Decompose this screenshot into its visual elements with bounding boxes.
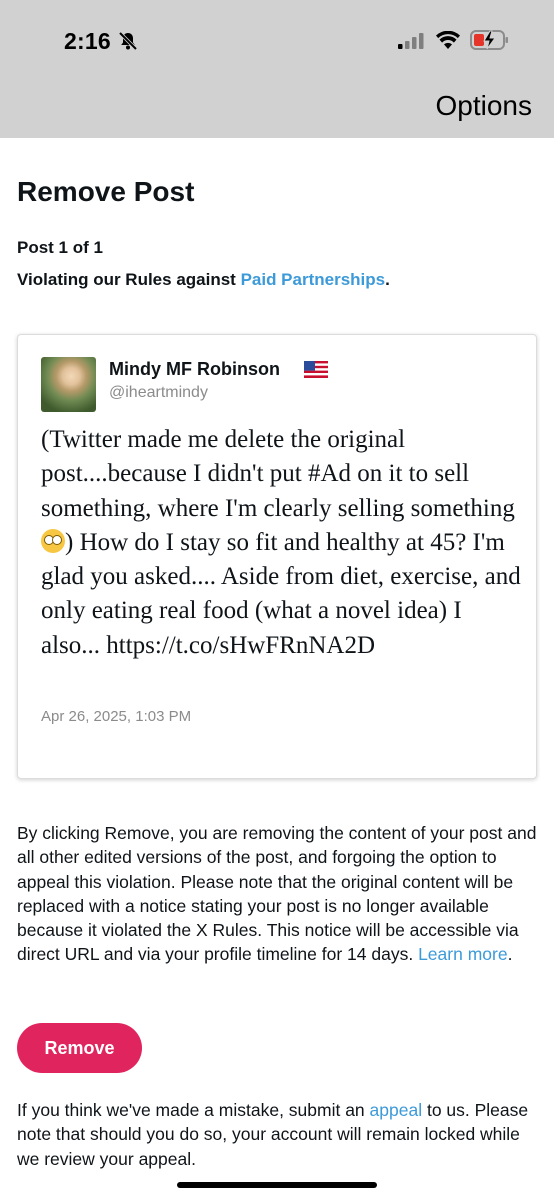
- flag-us-icon: [304, 361, 328, 378]
- tweet-text-part1: (Twitter made me delete the original pos…: [41, 426, 515, 522]
- signal-icon: [398, 33, 424, 49]
- tweet-text: (Twitter made me delete the original pos…: [41, 423, 526, 663]
- learn-more-link[interactable]: Learn more: [418, 944, 508, 964]
- violation-suffix: .: [385, 270, 390, 289]
- tweet-date: Apr 26, 2025, 1:03 PM: [41, 708, 192, 725]
- status-bar: 2:16: [0, 0, 554, 70]
- paid-partnerships-link[interactable]: Paid Partnerships: [241, 270, 386, 289]
- tweet-text-part2: ) How do I stay so fit and healthy at 45…: [41, 528, 521, 659]
- remove-button[interactable]: Remove: [17, 1023, 142, 1073]
- bell-slash-icon: [118, 31, 138, 51]
- violation-prefix: Violating our Rules against: [17, 270, 241, 289]
- author-handle: @iheartmindy: [109, 384, 208, 401]
- tweet-card: Mindy MF Robinson @iheartmindy (Twitter …: [17, 334, 537, 779]
- battery-charging-icon: [470, 30, 508, 50]
- wifi-icon: [436, 31, 460, 49]
- appeal-prefix: If you think we've made a mistake, submi…: [17, 1100, 370, 1120]
- options-button[interactable]: Options: [436, 90, 533, 122]
- home-indicator[interactable]: [177, 1182, 377, 1188]
- eye-roll-emoji: [41, 528, 65, 553]
- removal-disclaimer: By clicking Remove, you are removing the…: [17, 821, 537, 967]
- nav-bar: Options: [0, 70, 554, 138]
- avatar: [41, 357, 96, 412]
- appeal-link[interactable]: appeal: [370, 1100, 423, 1120]
- appeal-notice: If you think we've made a mistake, submi…: [17, 1098, 542, 1171]
- violation-notice: Violating our Rules against Paid Partner…: [17, 270, 390, 290]
- page-title: Remove Post: [17, 176, 195, 207]
- author-name: Mindy MF Robinson: [109, 359, 280, 379]
- status-time: 2:16: [64, 28, 111, 54]
- disclaimer-suffix: .: [507, 944, 513, 965]
- post-count: Post 1 of 1: [17, 238, 103, 257]
